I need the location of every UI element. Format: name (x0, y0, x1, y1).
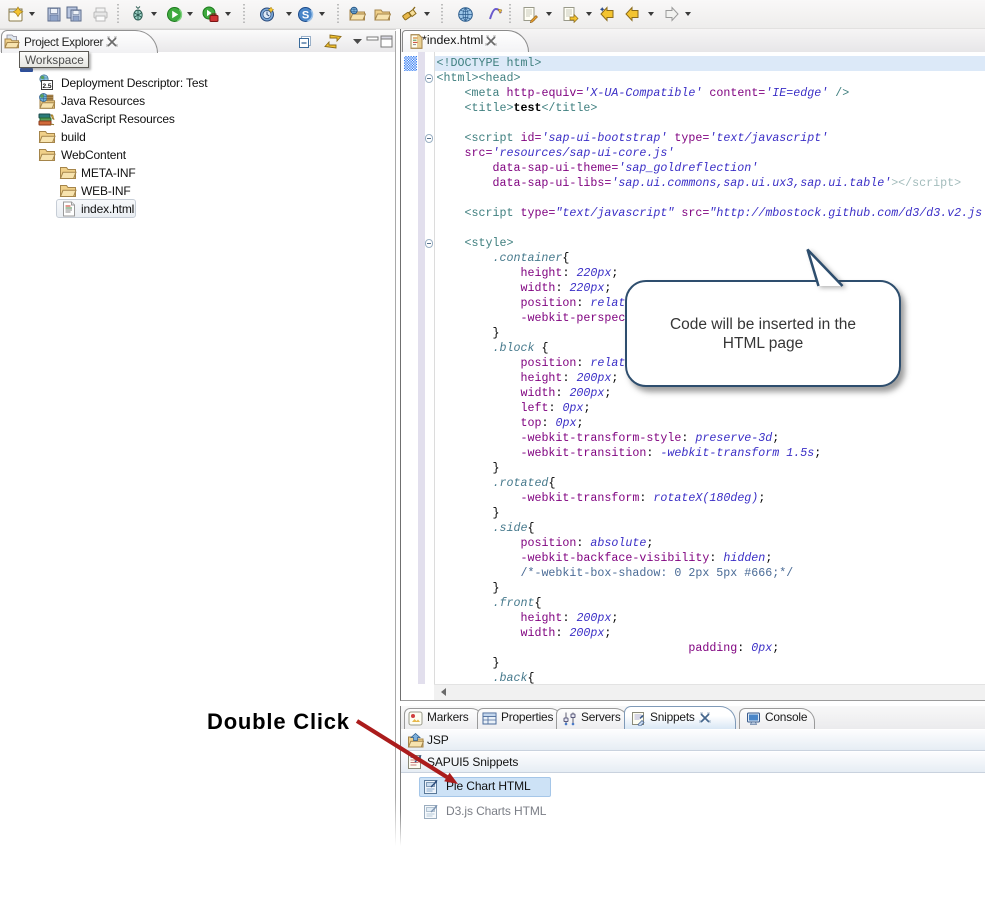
svg-text:2.5: 2.5 (42, 83, 51, 90)
svg-text:S: S (302, 10, 309, 22)
